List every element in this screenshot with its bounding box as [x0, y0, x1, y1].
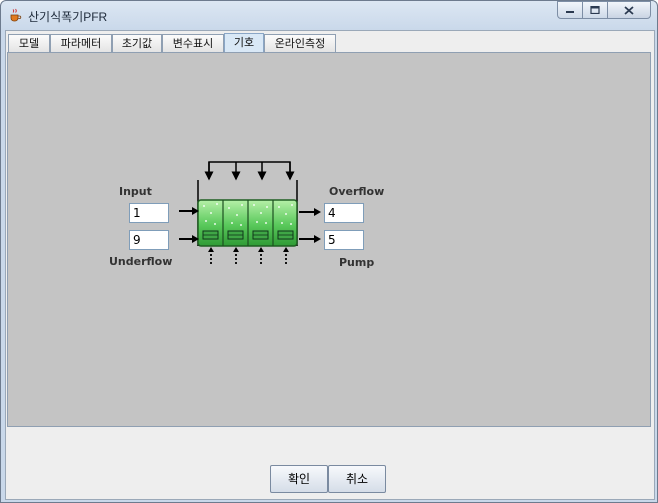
pump-label: Pump: [339, 256, 375, 269]
tab-variable-display[interactable]: 변수표시: [162, 34, 224, 52]
air-supply-arrowheads: [208, 247, 289, 252]
ok-button[interactable]: 확인: [270, 465, 328, 493]
air-supply-arrows: [210, 251, 287, 264]
dialog-content: 모델 파라메터 초기값 변수표시 기호 온라인측정 Input 1 9 Unde…: [5, 30, 655, 500]
tab-initial-values[interactable]: 초기값: [112, 34, 162, 52]
tab-model[interactable]: 모델: [8, 34, 50, 52]
app-window: 산기식폭기PFR 모델 파라메터 초기값 변수표시 기호 온라인측정 Input…: [0, 0, 658, 503]
overflow-label: Overflow: [329, 185, 385, 198]
tab-online-measurement[interactable]: 온라인측정: [264, 34, 336, 52]
cancel-button[interactable]: 취소: [328, 465, 386, 493]
window-title: 산기식폭기PFR: [28, 10, 108, 24]
close-icon: [624, 5, 634, 15]
tab-symbol[interactable]: 기호: [224, 33, 264, 53]
overflow-field[interactable]: 4: [324, 203, 364, 223]
close-button[interactable]: [607, 1, 651, 19]
input-field[interactable]: 1: [129, 203, 169, 223]
maximize-icon: [590, 6, 600, 14]
underflow-field[interactable]: 9: [129, 230, 169, 250]
pump-field[interactable]: 5: [324, 230, 364, 250]
underflow-label: Underflow: [109, 255, 173, 268]
minimize-button[interactable]: [557, 1, 583, 19]
air-manifold: [204, 161, 295, 181]
tab-parameter[interactable]: 파라메터: [50, 34, 112, 52]
title-bar[interactable]: 산기식폭기PFR: [1, 1, 657, 29]
java-coffee-cup-icon[interactable]: [8, 7, 22, 22]
maximize-button[interactable]: [582, 1, 608, 19]
input-label: Input: [119, 185, 152, 198]
symbol-panel: Input 1 9 Underflow Overflow 4 5 Pump: [7, 52, 651, 427]
minimize-icon: [566, 11, 574, 13]
